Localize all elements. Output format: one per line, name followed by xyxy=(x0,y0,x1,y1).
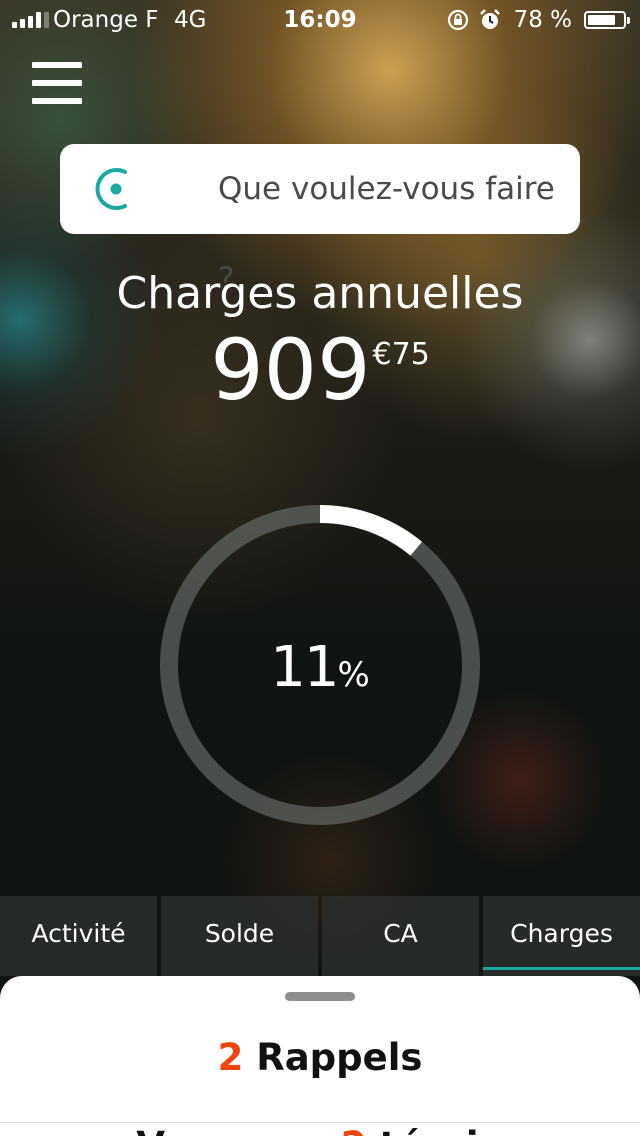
next-line-count: 2 xyxy=(341,1124,367,1136)
gauge-value: 11 xyxy=(270,635,339,700)
page-title: Charges annuelles xyxy=(116,268,524,319)
total-amount: 909 €75 xyxy=(0,322,640,418)
tab-solde[interactable]: Solde xyxy=(161,896,318,976)
search-placeholder: Que voulez-vous faire ? xyxy=(218,171,555,297)
amount-decimal: €75 xyxy=(372,337,430,372)
reminders-count: 2 xyxy=(217,1036,244,1079)
next-line-end: téorie xyxy=(379,1124,503,1136)
tab-charges[interactable]: Charges xyxy=(483,896,640,976)
menu-icon[interactable] xyxy=(32,62,82,104)
tab-ca[interactable]: CA xyxy=(322,896,479,976)
amount-integer: 909 xyxy=(210,321,371,419)
rotation-lock-icon xyxy=(447,9,468,31)
status-right: 78 % xyxy=(446,7,630,33)
sheet-drag-handle[interactable] xyxy=(285,992,355,1001)
tab-bar: Activité Solde CA Charges xyxy=(0,896,640,976)
alarm-icon xyxy=(479,9,500,29)
gauge-unit: % xyxy=(337,655,370,695)
reminders-heading[interactable]: 2 Rappels xyxy=(0,1036,640,1079)
next-item-text: V 2 téorie xyxy=(0,1124,640,1136)
bottom-sheet[interactable]: 2 Rappels V 2 téorie xyxy=(0,976,640,1136)
battery-percent: 78 % xyxy=(513,7,572,33)
progress-gauge: 11% xyxy=(160,505,480,825)
search-input[interactable]: Que voulez-vous faire ? xyxy=(60,144,580,297)
assistant-icon xyxy=(95,168,127,210)
status-bar: Orange F 4G 16:09 78 % xyxy=(0,0,640,40)
battery-icon xyxy=(584,11,630,29)
gauge-label: 11% xyxy=(160,635,480,700)
reminders-label: Rappels xyxy=(256,1036,423,1079)
next-line-start: V xyxy=(136,1124,165,1136)
divider xyxy=(0,1122,640,1123)
tab-activite[interactable]: Activité xyxy=(0,896,157,976)
